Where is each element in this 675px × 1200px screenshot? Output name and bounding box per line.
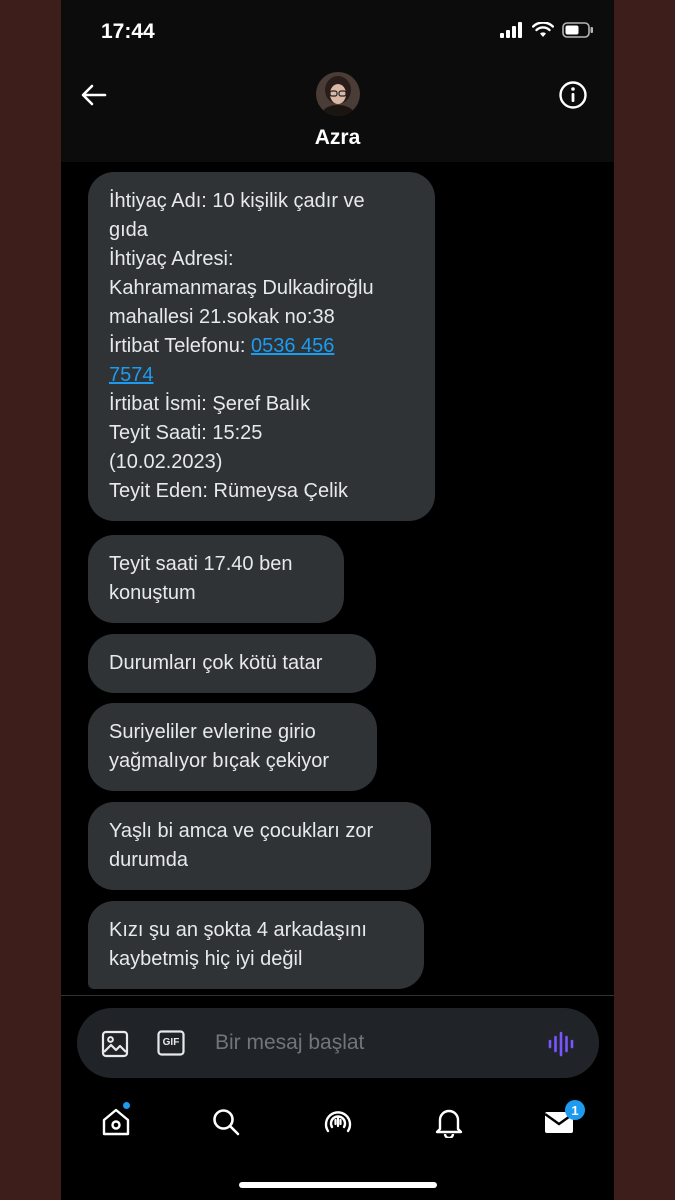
message-bubble[interactable]: İhtiyaç Adı: 10 kişilik çadır ve gıda İh… (88, 172, 435, 521)
message-bubble[interactable]: Kızı şu an şokta 4 arkadaşını kaybetmiş … (88, 901, 424, 989)
message-bubble[interactable]: Yaşlı bi amca ve çocukları zor durumda (88, 802, 431, 890)
nav-spaces[interactable] (318, 1102, 358, 1142)
bell-icon (435, 1109, 463, 1138)
message-text: Teyit Saati: 15:25 (109, 422, 263, 444)
gif-button[interactable]: GIF (157, 1030, 185, 1056)
message-text: gıda (109, 219, 148, 241)
nav-search[interactable] (206, 1102, 246, 1142)
signal-icon (500, 22, 522, 38)
avatar[interactable] (316, 72, 360, 116)
home-indicator[interactable] (239, 1182, 437, 1188)
message-text: İrtibat Telefonu: 0536 456 (109, 332, 415, 361)
wifi-icon (532, 22, 554, 37)
contact-name[interactable]: Azra (61, 126, 614, 150)
messages-badge: 1 (565, 1100, 585, 1120)
message-bubble[interactable]: Durumları çok kötü tatar (88, 634, 376, 693)
message-text: kaybetmiş hiç iyi değil (109, 948, 303, 970)
message-text: 7574 (109, 361, 415, 390)
home-notification-dot (123, 1102, 130, 1109)
message-input[interactable] (215, 1028, 535, 1058)
message-text: mahallesi 21.sokak no:38 (109, 306, 335, 328)
arrow-left-icon (81, 84, 107, 106)
avatar-image (316, 72, 360, 116)
voice-waveform-icon (548, 1031, 574, 1057)
message-text: Yaşlı bi amca ve çocukları zor (109, 820, 374, 842)
status-time: 17:44 (101, 20, 155, 43)
contact-phone-label: İrtibat Telefonu: (109, 335, 251, 357)
voice-message-button[interactable] (547, 1030, 575, 1058)
message-bubble[interactable]: Suriyeliler evlerine girio yağmalıyor bı… (88, 703, 377, 791)
message-text: konuştum (109, 582, 196, 604)
bottom-navigation (61, 1090, 614, 1154)
message-text: Teyit Eden: Rümeysa Çelik (109, 480, 348, 502)
message-bubble[interactable]: Teyit saati 17.40 ben konuştum (88, 535, 344, 623)
nav-notifications[interactable] (429, 1102, 469, 1142)
message-text: yağmalıyor bıçak çekiyor (109, 750, 330, 772)
image-button[interactable] (101, 1030, 129, 1058)
message-text: Durumları çok kötü tatar (109, 652, 323, 674)
gif-label: GIF (162, 1037, 180, 1048)
conversation-header: Azra (61, 64, 614, 162)
back-button[interactable] (77, 78, 111, 112)
phone-link[interactable]: 0536 456 (251, 335, 334, 357)
message-text: Kızı şu an şokta 4 arkadaşını (109, 919, 367, 941)
message-list: İhtiyaç Adı: 10 kişilik çadır ve gıda İh… (61, 162, 614, 995)
status-bar: 17:44 (61, 0, 614, 64)
message-text: durumda (109, 849, 188, 871)
search-icon (213, 1109, 240, 1136)
image-icon (101, 1030, 129, 1058)
message-composer: GIF (77, 1008, 599, 1078)
battery-icon (562, 22, 593, 38)
phone-link-continued[interactable]: 7574 (109, 364, 154, 386)
nav-home[interactable] (96, 1102, 136, 1142)
info-icon (559, 81, 587, 109)
spaces-icon (324, 1111, 352, 1133)
message-text: Suriyeliler evlerine girio (109, 721, 316, 743)
message-text: Kahramanmaraş Dulkadiroğlu (109, 277, 374, 299)
info-button[interactable] (556, 78, 590, 112)
message-text: İhtiyaç Adresi: (109, 248, 234, 270)
phone-screen: 17:44 Azra İhtiyaç Adı: 10 kişilik çadır… (61, 0, 614, 1200)
message-text: İhtiyaç Adı: 10 kişilik çadır ve (109, 190, 365, 212)
home-icon (102, 1108, 130, 1136)
message-text: İrtibat İsmi: Şeref Balık (109, 393, 311, 415)
message-text: (10.02.2023) (109, 451, 223, 473)
composer-divider (61, 995, 614, 996)
message-text: Teyit saati 17.40 ben (109, 553, 293, 575)
status-icons (500, 22, 594, 38)
